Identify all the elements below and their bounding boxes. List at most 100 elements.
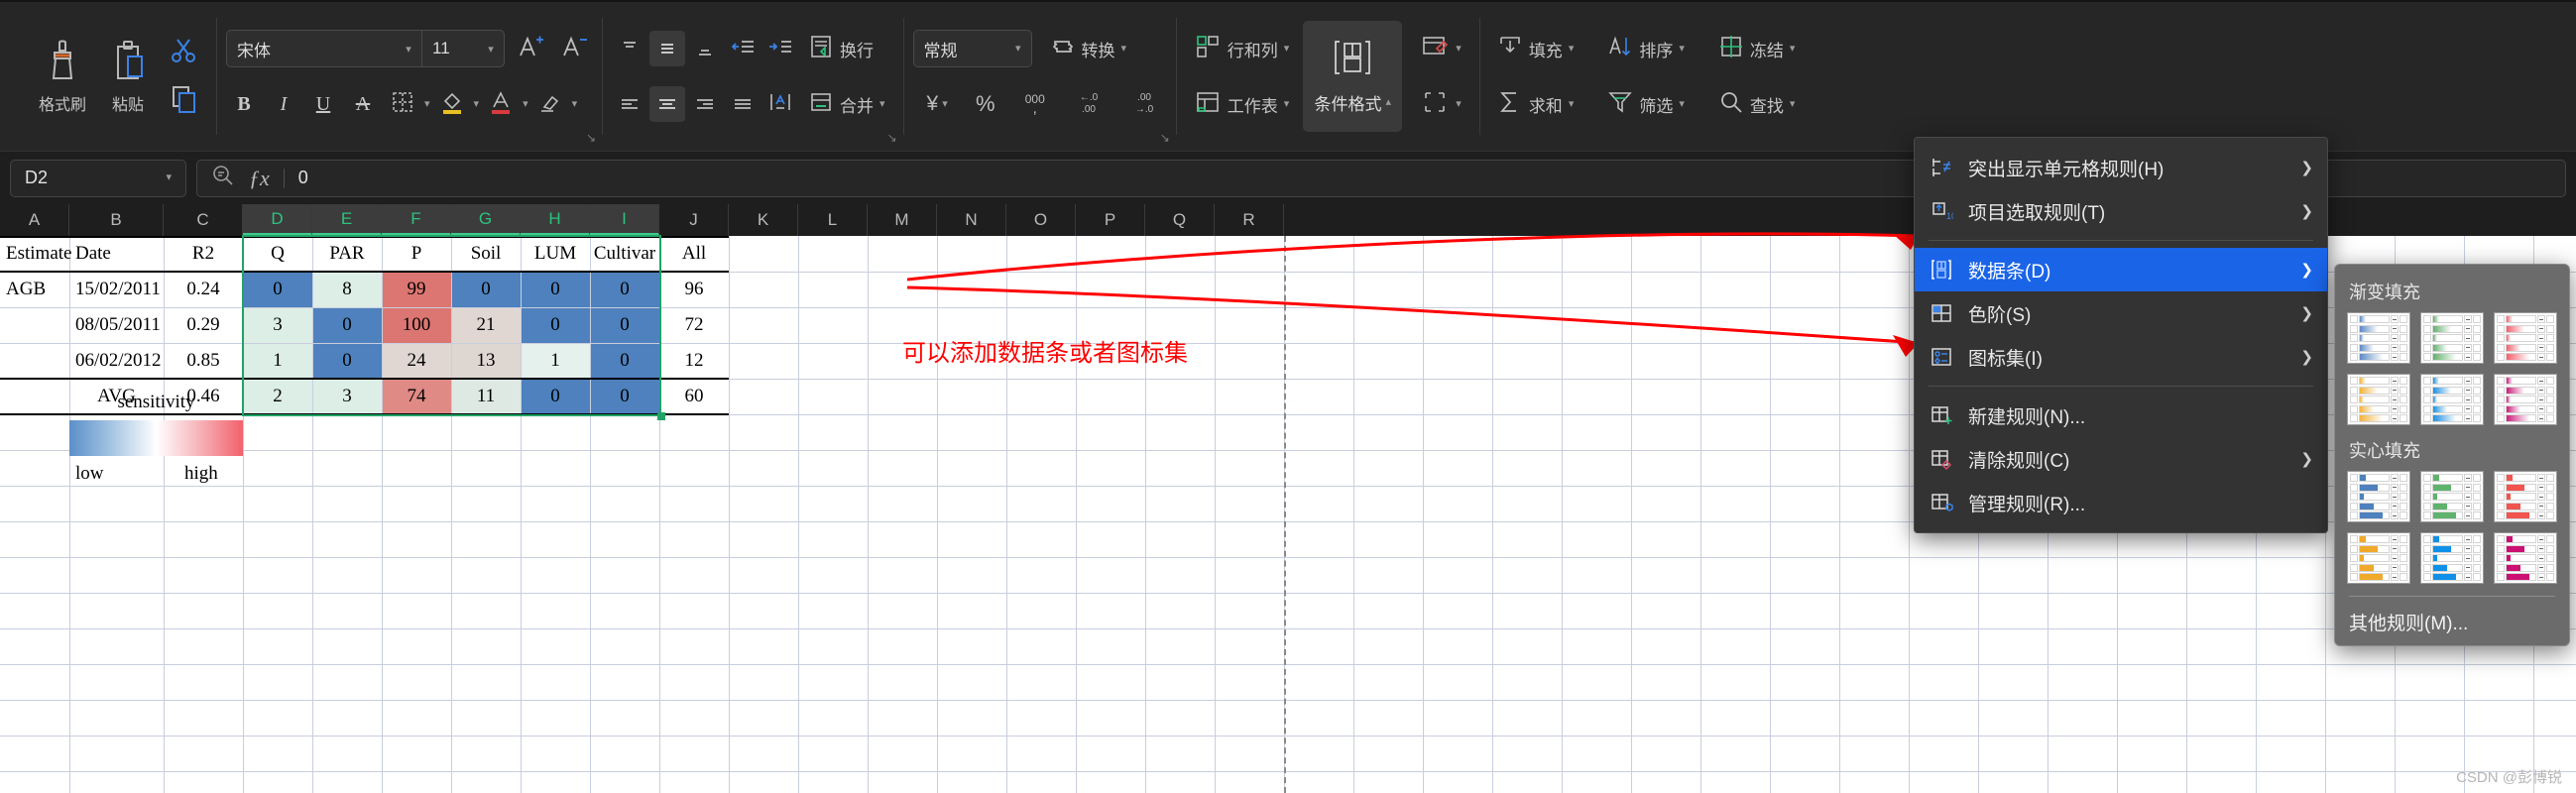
- menu-item-clear-rules[interactable]: 清除规则(C) ❯: [1915, 437, 2327, 481]
- col-header-Q[interactable]: Q: [1145, 204, 1215, 236]
- cell-I5[interactable]: 0: [590, 379, 659, 414]
- align-right-button[interactable]: [687, 86, 723, 122]
- chevron-down-icon[interactable]: ▾: [1569, 43, 1575, 55]
- increase-font-size-button[interactable]: [513, 31, 548, 66]
- cell-F3[interactable]: 100: [382, 307, 451, 343]
- format-painter-button[interactable]: 格式刷: [30, 21, 95, 132]
- justify-button[interactable]: [725, 86, 761, 122]
- chevron-down-icon[interactable]: ▾: [1121, 43, 1127, 55]
- cell-A4[interactable]: [0, 343, 69, 379]
- gradient-swatch-red[interactable]: [2494, 312, 2557, 364]
- merge-cells-button[interactable]: 合并 ▾: [800, 82, 893, 126]
- font-color-button[interactable]: [483, 86, 519, 122]
- cell-C4[interactable]: 0.85: [164, 343, 243, 379]
- cell-E1[interactable]: PAR: [312, 236, 382, 272]
- chevron-down-icon[interactable]: ▾: [1790, 98, 1796, 110]
- clear-format-button[interactable]: [532, 86, 568, 122]
- menu-item-icon-sets[interactable]: 图标集(I) ❯: [1915, 335, 2327, 379]
- sort-button[interactable]: 排序 ▾: [1599, 27, 1693, 70]
- cell-B3[interactable]: 08/05/2011: [69, 307, 164, 343]
- fill-color-button[interactable]: [434, 86, 470, 122]
- table-style-button[interactable]: ▾: [1412, 21, 1469, 76]
- increase-indent-button[interactable]: [762, 31, 798, 66]
- cell-E5[interactable]: 3: [312, 379, 382, 414]
- decrease-decimal-button[interactable]: .00 →.0: [1122, 86, 1166, 122]
- autosum-button[interactable]: 求和 ▾: [1489, 82, 1582, 126]
- chevron-down-icon[interactable]: ▾: [1569, 98, 1575, 110]
- cut-button[interactable]: [161, 27, 206, 76]
- insert-function-icon[interactable]: ƒx: [249, 166, 270, 191]
- chevron-down-icon[interactable]: ▾: [1679, 43, 1685, 55]
- col-header-H[interactable]: H: [521, 204, 590, 236]
- align-middle-button[interactable]: [649, 31, 685, 66]
- menu-item-color-scales[interactable]: 色阶(S) ❯: [1915, 291, 2327, 335]
- cell-G1[interactable]: Soil: [451, 236, 521, 272]
- solid-swatch-magenta[interactable]: [2494, 532, 2557, 584]
- find-button[interactable]: 查找 ▾: [1710, 82, 1804, 126]
- gradient-swatch-blue[interactable]: [2347, 312, 2410, 364]
- solid-swatch-red[interactable]: [2494, 471, 2557, 522]
- cell-B4[interactable]: 06/02/2012: [69, 343, 164, 379]
- increase-decimal-button[interactable]: ←.0 .00: [1067, 86, 1111, 122]
- cell-E3[interactable]: 0: [312, 307, 382, 343]
- cell-J1[interactable]: All: [659, 236, 729, 272]
- underline-button[interactable]: U: [305, 86, 341, 122]
- col-header-A[interactable]: A: [0, 204, 69, 236]
- col-header-E[interactable]: E: [312, 204, 382, 236]
- worksheet-button[interactable]: 工作表 ▾: [1186, 76, 1298, 132]
- cell-B2[interactable]: 15/02/2011: [69, 272, 164, 307]
- font-family-select[interactable]: 宋体 ▾ 11 ▾: [226, 30, 505, 67]
- font-dialog-launcher[interactable]: ↘: [586, 131, 596, 145]
- wrap-text-button[interactable]: 换行: [800, 27, 881, 70]
- gradient-swatch-orange[interactable]: [2347, 374, 2410, 425]
- strikethrough-button[interactable]: A: [345, 86, 381, 122]
- chevron-down-icon[interactable]: ▾: [1790, 43, 1796, 55]
- cell-A2[interactable]: AGB: [0, 272, 69, 307]
- rows-columns-button[interactable]: 行和列 ▾: [1186, 21, 1298, 76]
- cell-A5[interactable]: [0, 379, 69, 414]
- decrease-indent-button[interactable]: [725, 31, 761, 66]
- cell-F2[interactable]: 99: [382, 272, 451, 307]
- col-header-L[interactable]: L: [798, 204, 868, 236]
- cell-I3[interactable]: 0: [590, 307, 659, 343]
- cell-J4[interactable]: 12: [659, 343, 729, 379]
- percent-button[interactable]: %: [968, 86, 1003, 122]
- cell-E2[interactable]: 8: [312, 272, 382, 307]
- col-header-J[interactable]: J: [659, 204, 729, 236]
- conditional-formatting-menu[interactable]: 突出显示单元格规则(H) ❯ 10 项目选取规则(T) ❯ 数据条(D) ❯: [1914, 137, 2328, 533]
- cell-style-button[interactable]: ▾: [1412, 76, 1469, 132]
- chevron-down-icon[interactable]: ▾: [879, 98, 885, 110]
- cell-H4[interactable]: 1: [521, 343, 590, 379]
- col-header-K[interactable]: K: [729, 204, 798, 236]
- cell-J3[interactable]: 72: [659, 307, 729, 343]
- chevron-down-icon[interactable]: ▾: [1284, 98, 1290, 110]
- paste-button[interactable]: 粘贴: [95, 21, 161, 132]
- cell-H2[interactable]: 0: [521, 272, 590, 307]
- chevron-down-icon[interactable]: ▾: [1456, 43, 1462, 55]
- selection-fill-handle[interactable]: [657, 412, 665, 420]
- cell-C3[interactable]: 0.29: [164, 307, 243, 343]
- cell-H1[interactable]: LUM: [521, 236, 590, 272]
- cell-J5[interactable]: 60: [659, 379, 729, 414]
- cell-E4[interactable]: 0: [312, 343, 382, 379]
- cell-B1[interactable]: Date: [69, 236, 164, 272]
- cell-D3[interactable]: 3: [243, 307, 312, 343]
- conditional-formatting-button[interactable]: 条件格式 ▴: [1303, 21, 1403, 132]
- cell-F5[interactable]: 74: [382, 379, 451, 414]
- font-color-caret-icon[interactable]: ▾: [523, 98, 528, 110]
- col-header-I[interactable]: I: [590, 204, 659, 236]
- col-header-B[interactable]: B: [69, 204, 164, 236]
- alignment-dialog-launcher[interactable]: ↘: [886, 131, 896, 145]
- borders-caret-icon[interactable]: ▾: [424, 98, 430, 110]
- number-dialog-launcher[interactable]: ↘: [1160, 131, 1170, 145]
- copy-button[interactable]: [161, 76, 206, 126]
- cell-C2[interactable]: 0.24: [164, 272, 243, 307]
- bold-button[interactable]: B: [226, 86, 262, 122]
- clear-format-caret-icon[interactable]: ▾: [572, 98, 578, 110]
- currency-button[interactable]: ¥ ▾: [919, 82, 956, 126]
- solid-swatch-lightblue[interactable]: [2420, 532, 2484, 584]
- menu-item-highlight-cell-rules[interactable]: 突出显示单元格规则(H) ❯: [1915, 146, 2327, 189]
- formula-search-icon[interactable]: [211, 164, 235, 192]
- cell-C1[interactable]: R2: [164, 236, 243, 272]
- col-header-C[interactable]: C: [164, 204, 243, 236]
